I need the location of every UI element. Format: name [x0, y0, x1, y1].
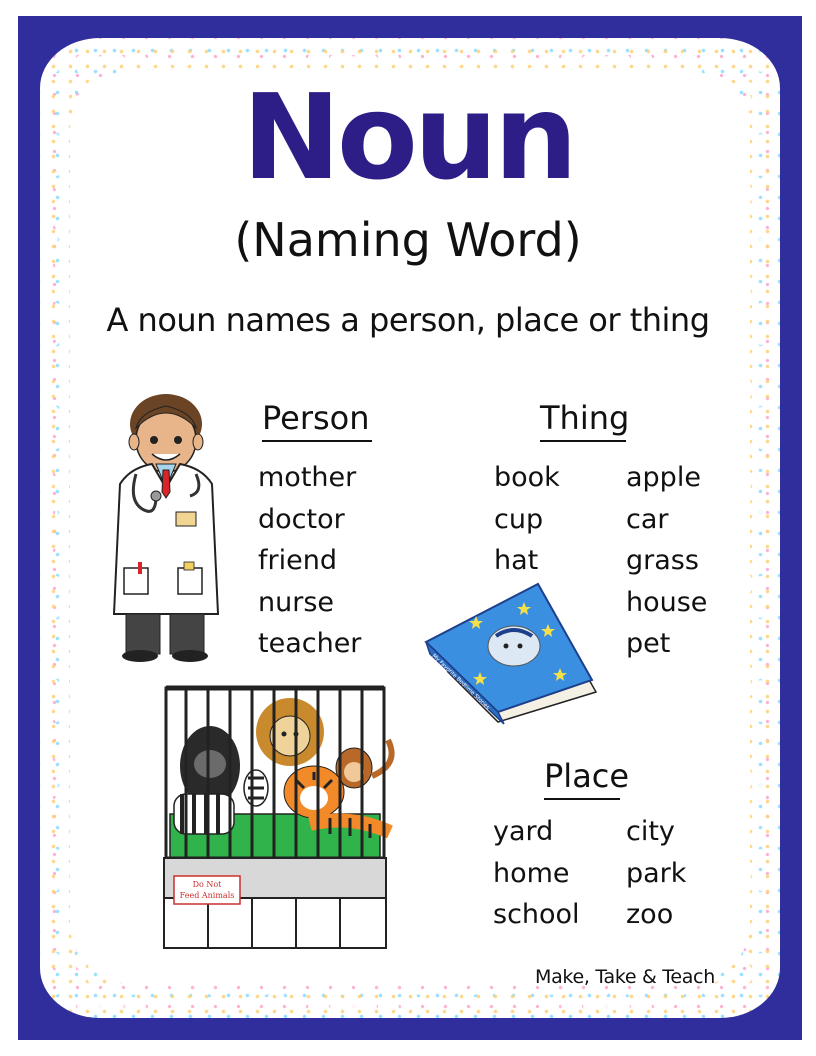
noun-definition: A noun names a person, place or thing — [106, 301, 710, 339]
thing-word: apple — [626, 462, 701, 493]
place-word: school — [493, 899, 580, 930]
person-word: doctor — [258, 503, 345, 535]
credit-text: Make, Take & Teach — [535, 966, 715, 988]
book-illustration: My Favorite Bedtime Stories — [424, 582, 598, 725]
person-word: nurse — [258, 586, 335, 618]
place-word: home — [493, 857, 570, 889]
doctor-illustration — [112, 394, 220, 662]
person-word: friend — [258, 545, 337, 576]
cage-sign-line-1: Do Not — [193, 880, 223, 889]
person-word-list: mother doctor friend nurse teacher — [258, 457, 361, 665]
thing-word: cup — [494, 503, 544, 535]
place-word: city — [626, 816, 675, 847]
place-word: park — [626, 857, 687, 889]
thing-word-list-1: book cup hat — [494, 457, 560, 582]
thing-word-list-2: apple car grass house pet — [626, 457, 707, 665]
poster-subtitle: (Naming Word) — [234, 213, 582, 267]
thing-word: car — [626, 503, 669, 535]
thing-word: book — [494, 462, 560, 493]
place-heading: Place — [544, 756, 629, 800]
thing-word: hat — [494, 545, 539, 576]
cage-sign-line-2: Feed Animals — [180, 891, 235, 900]
person-heading: Person — [262, 398, 372, 442]
poster-title: Noun — [242, 68, 578, 206]
thing-word: pet — [626, 628, 671, 659]
thing-word: grass — [626, 545, 699, 576]
place-word-list-1: yard home school — [493, 811, 580, 936]
person-word: mother — [258, 462, 357, 493]
thing-heading: Thing — [540, 398, 629, 442]
person-word: teacher — [258, 628, 362, 659]
place-word: zoo — [626, 899, 674, 930]
place-word-list-2: city park zoo — [626, 811, 686, 936]
thing-word: house — [626, 586, 708, 618]
zoo-cage-illustration: Do Not Feed Animals — [163, 685, 395, 949]
place-word: yard — [493, 816, 554, 847]
